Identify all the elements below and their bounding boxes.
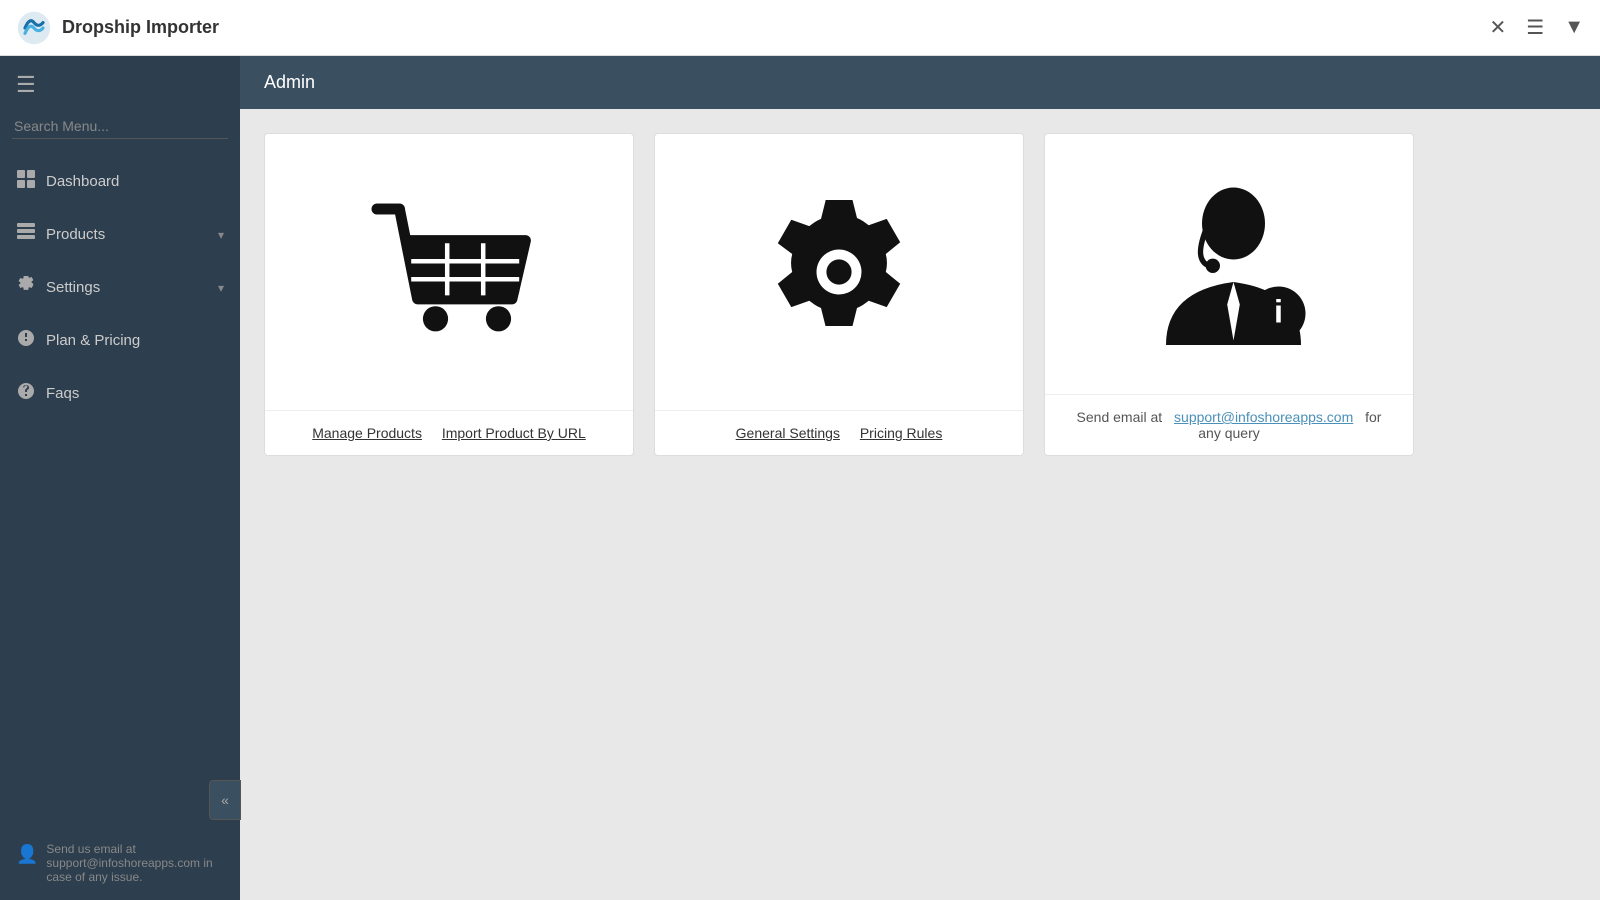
sidebar-item-plan-pricing[interactable]: Plan & Pricing bbox=[0, 314, 240, 367]
gear-icon bbox=[749, 182, 929, 362]
contact-card-links: Send email at support@infoshoreapps.com … bbox=[1045, 394, 1413, 455]
sidebar-item-dashboard[interactable]: Dashboard bbox=[0, 155, 240, 208]
dashboard-icon bbox=[16, 169, 36, 194]
sidebar-item-faqs[interactable]: Faqs bbox=[0, 367, 240, 420]
search-input[interactable] bbox=[12, 114, 228, 139]
sidebar-collapse-button[interactable]: « bbox=[209, 780, 241, 820]
plan-pricing-icon bbox=[16, 328, 36, 353]
sidebar: ☰ Dashboard Products ▾ bbox=[0, 56, 240, 900]
products-card: Manage Products Import Product By URL bbox=[264, 133, 634, 456]
shopping-cart-icon bbox=[359, 182, 539, 362]
svg-text:i: i bbox=[1274, 294, 1283, 330]
products-icon bbox=[16, 222, 36, 247]
app-title: Dropship Importer bbox=[62, 17, 219, 38]
sidebar-footer: 👤 Send us email at support@infoshoreapps… bbox=[0, 826, 240, 900]
contact-email-link[interactable]: support@infoshoreapps.com bbox=[1174, 409, 1353, 425]
sidebar-item-label: Dashboard bbox=[46, 173, 224, 190]
settings-card-icon-area bbox=[729, 134, 949, 410]
import-product-url-link[interactable]: Import Product By URL bbox=[442, 425, 586, 441]
sidebar-item-label: Plan & Pricing bbox=[46, 332, 224, 349]
support-agent-icon: i bbox=[1139, 174, 1319, 354]
products-card-links: Manage Products Import Product By URL bbox=[265, 410, 633, 455]
content-header: Admin bbox=[240, 56, 1600, 109]
collapse-icon: « bbox=[221, 792, 229, 808]
sidebar-item-products[interactable]: Products ▾ bbox=[0, 208, 240, 261]
topbar-actions: ✕ ☰ ▼ bbox=[1490, 15, 1585, 40]
products-arrow-icon: ▾ bbox=[218, 228, 224, 242]
dropdown-arrow-icon[interactable]: ▼ bbox=[1564, 16, 1584, 39]
user-icon: 👤 bbox=[16, 844, 38, 865]
manage-products-link[interactable]: Manage Products bbox=[312, 425, 422, 441]
close-icon[interactable]: ✕ bbox=[1490, 15, 1507, 40]
contact-card: i Send email at support@infoshoreapps.co… bbox=[1044, 133, 1414, 456]
settings-arrow-icon: ▾ bbox=[218, 281, 224, 295]
hamburger-icon[interactable]: ☰ bbox=[1526, 15, 1544, 40]
main-layout: ☰ Dashboard Products ▾ bbox=[0, 56, 1600, 900]
contact-prefix: Send email at bbox=[1077, 409, 1167, 425]
pricing-rules-link[interactable]: Pricing Rules bbox=[860, 425, 942, 441]
topbar: Dropship Importer ✕ ☰ ▼ bbox=[0, 0, 1600, 56]
general-settings-link[interactable]: General Settings bbox=[736, 425, 840, 441]
sidebar-item-settings[interactable]: Settings ▾ bbox=[0, 261, 240, 314]
content-area: Admin bbox=[240, 56, 1600, 900]
sidebar-item-label: Faqs bbox=[46, 385, 224, 402]
products-card-icon-area bbox=[339, 134, 559, 410]
page-title: Admin bbox=[264, 72, 315, 92]
settings-icon bbox=[16, 275, 36, 300]
settings-card-links: General Settings Pricing Rules bbox=[655, 410, 1023, 455]
content-body: Manage Products Import Product By URL bbox=[240, 109, 1600, 480]
contact-card-icon-area: i bbox=[1119, 134, 1339, 394]
sidebar-nav: Dashboard Products ▾ Settings ▾ bbox=[0, 155, 240, 826]
sidebar-item-label: Products bbox=[46, 226, 208, 243]
settings-card: General Settings Pricing Rules bbox=[654, 133, 1024, 456]
sidebar-item-label: Settings bbox=[46, 279, 208, 296]
faqs-icon bbox=[16, 381, 36, 406]
app-logo bbox=[16, 10, 52, 46]
topbar-left: Dropship Importer bbox=[16, 10, 219, 46]
sidebar-footer-text: Send us email at support@infoshoreapps.c… bbox=[46, 842, 224, 884]
sidebar-hamburger-icon[interactable]: ☰ bbox=[0, 56, 240, 114]
